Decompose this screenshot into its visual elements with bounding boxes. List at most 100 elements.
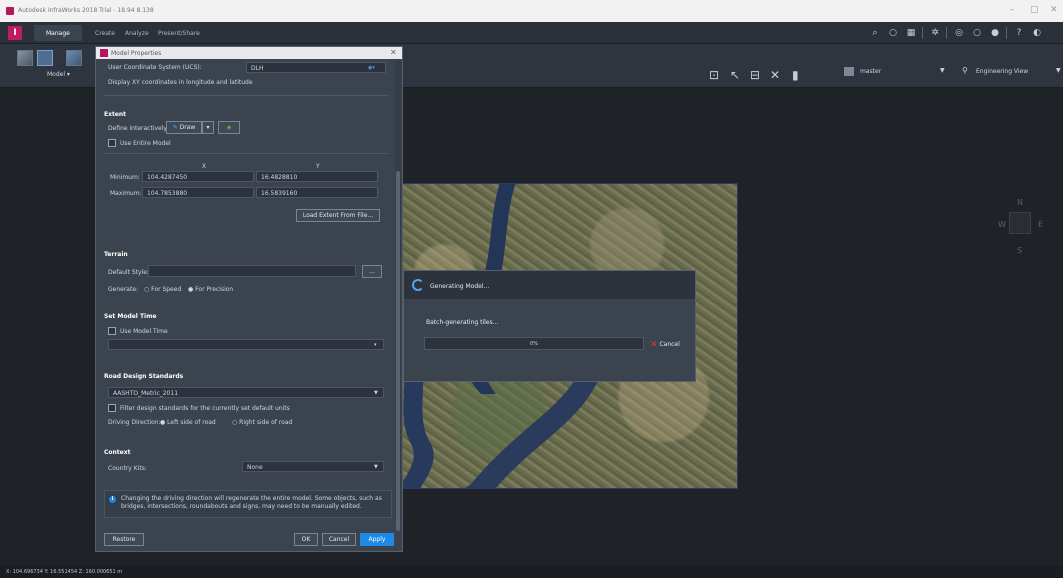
compass-north: N bbox=[1017, 198, 1023, 207]
max-y-value: 16.5839160 bbox=[261, 190, 298, 197]
layout-icon[interactable]: ▦ bbox=[906, 28, 916, 38]
design-standard-dropdown[interactable]: AASHTO_Metric_2011 bbox=[108, 387, 384, 398]
compass-east: E bbox=[1038, 220, 1044, 229]
draw-button[interactable]: ✎ Draw bbox=[166, 121, 202, 134]
view-dropdown[interactable]: ⚲ Engineering View ▼ bbox=[958, 64, 1063, 80]
use-model-time-label: Use Model Time bbox=[120, 328, 168, 335]
ucs-label: User Coordinate System (UCS): bbox=[108, 64, 202, 71]
minimum-label: Minimum: bbox=[110, 174, 140, 181]
cloud-icon[interactable]: ● bbox=[990, 28, 1000, 38]
load-extent-button[interactable]: Load Extent From File... bbox=[296, 209, 380, 222]
info-text: Changing the driving direction will rege… bbox=[121, 495, 382, 510]
model-time-field[interactable] bbox=[108, 339, 384, 350]
globe-icon[interactable]: ◎ bbox=[954, 28, 964, 38]
max-x-field[interactable]: 104.7853880 bbox=[142, 187, 254, 198]
model-properties-tool[interactable] bbox=[37, 50, 53, 66]
view-cube[interactable]: N W E S bbox=[990, 184, 1050, 264]
filter-standards-label: Filter design standards for the currentl… bbox=[120, 405, 290, 412]
progress-cancel-label: Cancel bbox=[659, 341, 680, 348]
column-x-header: X bbox=[202, 163, 207, 170]
proposals-tool[interactable] bbox=[66, 50, 82, 66]
ribbon-separator bbox=[946, 27, 947, 39]
draw-icon: ✎ bbox=[172, 124, 178, 131]
context-header: Context bbox=[104, 449, 131, 456]
search-icon[interactable]: ⌕ bbox=[870, 28, 880, 38]
maximum-label: Maximum: bbox=[110, 190, 142, 197]
max-y-field[interactable]: 16.5839160 bbox=[256, 187, 378, 198]
tab-analyze[interactable]: Analyze bbox=[125, 30, 149, 37]
country-kits-dropdown[interactable]: None bbox=[242, 461, 384, 472]
display-xy-label: Display XY coordinates in longitude and … bbox=[108, 79, 253, 86]
coordinate-readout: X: 104.696734 Y: 16.551454 Z: 160.000651… bbox=[6, 569, 123, 575]
pointer-tool-icon[interactable]: ↖ bbox=[730, 68, 740, 82]
view-dropdown-value: Engineering View bbox=[976, 68, 1029, 75]
minimize-button[interactable]: – bbox=[1010, 5, 1015, 15]
zoom-extent-button[interactable]: ◈ bbox=[218, 121, 240, 134]
proposal-dropdown[interactable]: master ▼ bbox=[838, 64, 948, 80]
sync-icon[interactable]: ○ bbox=[972, 28, 982, 38]
min-x-field[interactable]: 104.4287450 bbox=[142, 171, 254, 182]
radio-for-speed[interactable]: ○ For Speed bbox=[144, 286, 181, 293]
terrain-header: Terrain bbox=[104, 251, 128, 258]
driving-direction-info: i Changing the driving direction will re… bbox=[104, 490, 392, 518]
radio-left-side[interactable]: ● Left side of road bbox=[160, 419, 216, 426]
measure-tool-icon[interactable]: ⊟ bbox=[750, 68, 760, 82]
proposal-dropdown-value: master bbox=[860, 68, 882, 75]
for-precision-label: For Precision bbox=[195, 286, 234, 293]
dialog-close-button[interactable]: ✕ bbox=[390, 48, 397, 57]
user-icon[interactable]: ○ bbox=[888, 28, 898, 38]
ok-button[interactable]: OK bbox=[294, 533, 318, 546]
view-cube-box[interactable] bbox=[1009, 212, 1031, 234]
progress-cancel-button[interactable]: ✕ Cancel bbox=[650, 339, 680, 350]
driving-direction-label: Driving Direction: bbox=[108, 419, 161, 426]
design-standard-value: AASHTO_Metric_2011 bbox=[113, 390, 179, 397]
gear-icon[interactable]: ✲ bbox=[930, 28, 940, 38]
progress-percent: 0% bbox=[530, 341, 538, 347]
use-entire-model-checkbox[interactable] bbox=[108, 139, 116, 147]
close-icon: ✕ bbox=[650, 340, 658, 350]
chevron-down-icon: ▼ bbox=[1056, 67, 1061, 74]
cancel-button[interactable]: Cancel bbox=[322, 533, 356, 546]
apply-button[interactable]: Apply bbox=[360, 533, 394, 546]
tab-present-share[interactable]: Present/Share bbox=[158, 30, 200, 37]
radio-right-side[interactable]: ○ Right side of road bbox=[232, 419, 292, 426]
min-x-value: 104.4287450 bbox=[147, 174, 188, 181]
data-sources-tool[interactable] bbox=[17, 50, 33, 66]
ucs-dropdown-value: DLH bbox=[251, 65, 264, 72]
tab-manage[interactable]: Manage bbox=[34, 25, 82, 41]
country-kits-value: None bbox=[247, 464, 263, 471]
ucs-dropdown[interactable]: DLH bbox=[246, 62, 386, 73]
tab-create[interactable]: Create bbox=[95, 30, 115, 37]
scrollbar-thumb[interactable] bbox=[396, 171, 400, 531]
column-y-header: Y bbox=[316, 163, 320, 170]
section-divider bbox=[104, 153, 389, 154]
progress-subtitle: Batch-generating tiles... bbox=[426, 319, 499, 326]
maximize-button[interactable]: ▢ bbox=[1030, 5, 1039, 15]
ucs-globe-icon[interactable]: ◉▾ bbox=[368, 65, 375, 71]
min-y-field[interactable]: 16.4828810 bbox=[256, 171, 378, 182]
select-tool-icon[interactable]: ⊡ bbox=[709, 68, 719, 82]
map-icon: ◈ bbox=[226, 124, 232, 131]
model-time-dropdown-icon[interactable]: ▾ bbox=[374, 342, 377, 348]
app-icon bbox=[6, 7, 14, 15]
model-dropdown[interactable]: Model ▾ bbox=[47, 71, 70, 78]
restore-button[interactable]: Restore bbox=[104, 533, 144, 546]
help-icon[interactable]: ? bbox=[1014, 28, 1024, 38]
draw-dropdown-button[interactable]: ▾ bbox=[202, 121, 214, 134]
browse-style-button[interactable]: ... bbox=[362, 265, 382, 278]
model-time-header: Set Model Time bbox=[104, 313, 157, 320]
close-window-button[interactable]: ✕ bbox=[1050, 5, 1058, 15]
draw-button-label: Draw bbox=[179, 124, 196, 131]
app-menu-button[interactable]: I bbox=[8, 26, 22, 40]
cross-tool-icon[interactable]: ✕ bbox=[770, 68, 780, 82]
account-icon[interactable]: ◐ bbox=[1032, 28, 1042, 38]
chart-tool-icon[interactable]: ▮ bbox=[792, 68, 799, 82]
dialog-scrollbar[interactable] bbox=[395, 61, 401, 531]
radio-for-precision[interactable]: ● For Precision bbox=[188, 286, 233, 293]
default-style-field[interactable] bbox=[148, 265, 356, 277]
filter-standards-checkbox[interactable] bbox=[108, 404, 116, 412]
road-design-header: Road Design Standards bbox=[104, 373, 184, 380]
use-model-time-checkbox[interactable] bbox=[108, 327, 116, 335]
dialog-title: Model Properties bbox=[111, 50, 162, 57]
left-side-label: Left side of road bbox=[167, 419, 216, 426]
